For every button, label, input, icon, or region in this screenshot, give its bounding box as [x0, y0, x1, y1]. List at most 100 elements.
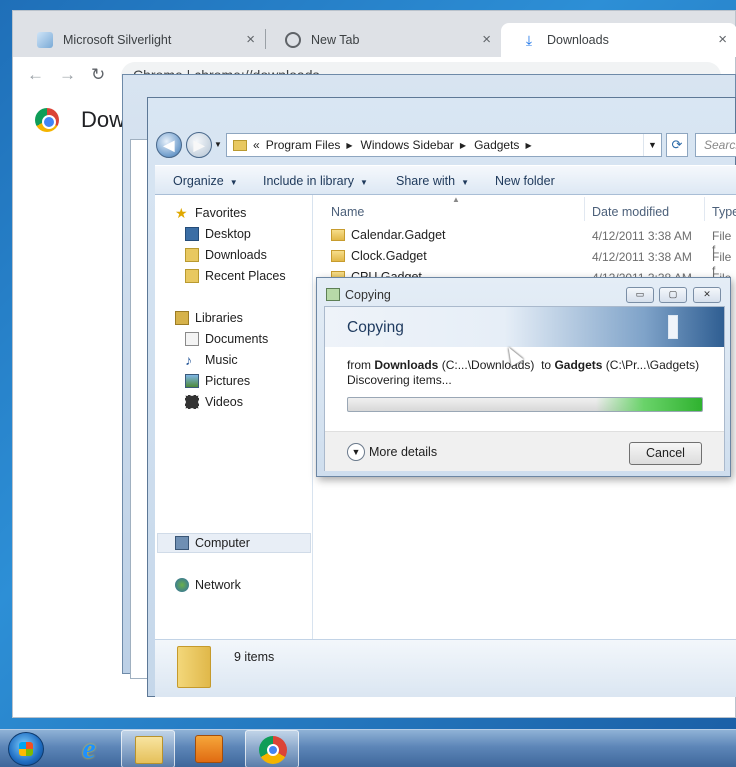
breadcrumb-arrow-icon[interactable]: ▶: [460, 141, 466, 150]
copy-status: Discovering items...: [347, 373, 452, 387]
tab-label: Microsoft Silverlight: [63, 33, 172, 47]
back-arrow-icon[interactable]: ←: [27, 65, 44, 85]
column-separator[interactable]: [704, 197, 705, 221]
close-button[interactable]: ✕: [693, 287, 721, 303]
nav-label: Libraries: [195, 311, 243, 325]
chevron-down-icon: ▼: [347, 443, 365, 461]
nav-computer[interactable]: Computer: [175, 534, 250, 552]
dropdown-arrow-icon: ▼: [229, 178, 238, 187]
internet-explorer-icon: e: [82, 732, 96, 765]
start-orb-icon[interactable]: [8, 732, 44, 766]
sort-ascending-icon: ▲: [452, 195, 460, 204]
file-row[interactable]: Clock.Gadget: [331, 247, 427, 265]
nav-libraries[interactable]: Libraries: [175, 309, 243, 327]
breadcrumb-windows-sidebar[interactable]: Windows Sidebar: [361, 138, 454, 152]
share-with-button[interactable]: Share with ▼: [396, 174, 469, 188]
recent-pages-dropdown-icon[interactable]: ▼: [214, 140, 222, 149]
document-icon: [668, 315, 678, 339]
address-bar[interactable]: « Program Files ▶ Windows Sidebar ▶ Gadg…: [226, 133, 662, 157]
minimize-button[interactable]: ▭: [626, 287, 654, 303]
more-details-toggle[interactable]: ▼ More details: [347, 443, 437, 461]
forward-arrow-icon[interactable]: →: [59, 65, 76, 85]
film-strip-icon: [185, 395, 199, 409]
maximize-button[interactable]: ▢: [659, 287, 687, 303]
download-icon: ⤓: [525, 32, 533, 48]
computer-icon: [175, 536, 189, 550]
music-note-icon: ♪: [185, 352, 192, 368]
pictures-icon: [185, 374, 199, 388]
close-tab-icon[interactable]: ×: [718, 31, 727, 48]
nav-recent-places[interactable]: Recent Places: [185, 267, 286, 285]
tab-downloads[interactable]: ⤓ Downloads ×: [501, 23, 736, 57]
tab-microsoft-silverlight[interactable]: Microsoft Silverlight ×: [17, 23, 265, 57]
breadcrumb-arrow-icon[interactable]: ▶: [525, 141, 531, 150]
taskbar-windows-explorer[interactable]: [121, 730, 175, 767]
close-tab-icon[interactable]: ×: [482, 31, 491, 48]
breadcrumb-arrow-icon[interactable]: ▶: [346, 141, 352, 150]
nav-label: Recent Places: [205, 269, 286, 283]
back-button[interactable]: ◀: [156, 132, 182, 158]
documents-icon: [185, 332, 199, 346]
destination-path: (C:\Pr...\Gadgets): [605, 358, 700, 372]
navigation-pane: ★ Favorites Desktop Downloads Recent Pla…: [155, 195, 313, 639]
nav-label: Videos: [205, 395, 243, 409]
nav-label: Music: [205, 353, 238, 367]
more-details-label: More details: [369, 445, 438, 459]
address-overflow[interactable]: «: [253, 138, 260, 152]
refresh-button[interactable]: ⟳: [666, 133, 688, 157]
nav-downloads[interactable]: Downloads: [185, 246, 267, 264]
organize-button[interactable]: Organize ▼: [173, 174, 238, 188]
close-tab-icon[interactable]: ×: [246, 31, 255, 48]
taskbar-chrome[interactable]: [245, 730, 299, 767]
nav-network[interactable]: Network: [175, 576, 241, 594]
dialog-banner: Copying: [325, 307, 724, 347]
reload-icon[interactable]: ↻: [91, 65, 105, 85]
network-icon: [175, 578, 189, 592]
chrome-logo-icon: [35, 108, 59, 132]
copy-dialog[interactable]: Copying ▭ ▢ ✕ Copying from Downloads (C:…: [316, 277, 731, 477]
copy-source-destination: from Downloads (C:...\Downloads) to Gadg…: [347, 358, 699, 372]
recent-places-icon: [185, 269, 199, 283]
copy-progress-bar: [347, 397, 703, 412]
source-name: Downloads: [374, 358, 439, 372]
nav-favorites[interactable]: ★ Favorites: [175, 204, 246, 222]
new-folder-button[interactable]: New folder: [495, 174, 555, 188]
search-input[interactable]: Search: [695, 133, 736, 157]
breadcrumb-program-files[interactable]: Program Files: [266, 138, 341, 152]
windows-explorer-icon: [135, 736, 163, 764]
column-header-type[interactable]: Type: [712, 205, 736, 219]
include-in-library-button[interactable]: Include in library ▼: [263, 174, 368, 188]
nav-videos[interactable]: Videos: [185, 393, 243, 411]
nav-label: Pictures: [205, 374, 251, 388]
column-header-name[interactable]: Name: [331, 205, 364, 219]
nav-documents[interactable]: Documents: [185, 330, 268, 348]
share-with-label: Share with: [396, 174, 456, 188]
items-count: 9 items: [234, 650, 275, 664]
dropdown-arrow-icon: ▼: [461, 178, 469, 187]
folder-icon: [331, 250, 345, 262]
libraries-icon: [175, 311, 189, 325]
taskbar-internet-explorer[interactable]: e: [62, 730, 116, 767]
nav-music[interactable]: ♪ Music: [185, 351, 238, 369]
nav-label: Favorites: [195, 206, 247, 220]
cancel-button[interactable]: Cancel: [629, 442, 702, 465]
media-center-icon: [195, 735, 223, 763]
file-row[interactable]: Calendar.Gadget: [331, 226, 446, 244]
tab-new-tab[interactable]: New Tab ×: [265, 23, 501, 57]
destination-name: Gadgets: [554, 358, 603, 372]
taskbar-media-center[interactable]: [182, 730, 236, 767]
dialog-footer: ▼ More details Cancel: [325, 431, 724, 471]
file-name: Calendar.Gadget: [351, 228, 446, 242]
refresh-icon: ⟳: [671, 137, 683, 152]
address-dropdown-icon[interactable]: ▼: [643, 134, 661, 156]
dialog-title: Copying: [345, 288, 391, 302]
breadcrumb-gadgets[interactable]: Gadgets: [474, 138, 519, 152]
forward-button[interactable]: ▶: [186, 132, 212, 158]
nav-pictures[interactable]: Pictures: [185, 372, 250, 390]
nav-desktop[interactable]: Desktop: [185, 225, 251, 243]
column-header-date-modified[interactable]: Date modified: [592, 205, 669, 219]
taskbar: e: [0, 729, 736, 767]
file-date: 4/12/2011 3:38 AM: [592, 229, 692, 243]
column-separator[interactable]: [584, 197, 585, 221]
nav-label: Computer: [195, 536, 250, 550]
